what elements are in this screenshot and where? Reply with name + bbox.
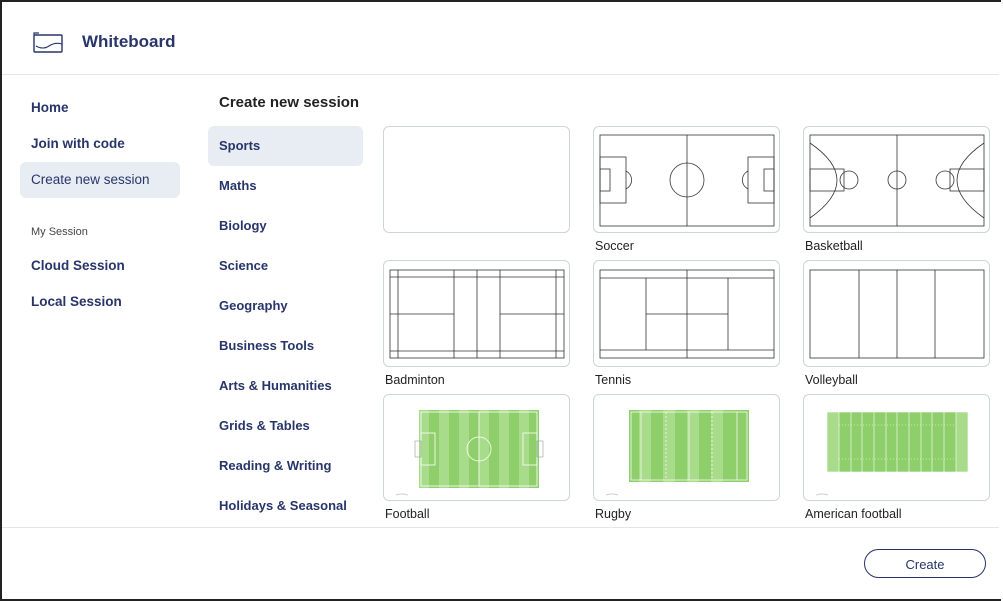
category-holidays-seasonal[interactable]: Holidays & Seasonal bbox=[208, 486, 363, 526]
template-tennis[interactable]: Tennis bbox=[593, 260, 781, 387]
template-volleyball[interactable]: Volleyball bbox=[803, 260, 991, 387]
my-session-label: My Session bbox=[31, 226, 88, 238]
app-header: Whiteboard bbox=[2, 12, 999, 75]
nav-home[interactable]: Home bbox=[20, 90, 180, 126]
template-badminton[interactable]: Badminton bbox=[383, 260, 571, 387]
category-geography[interactable]: Geography bbox=[208, 286, 363, 326]
template-label: Football bbox=[385, 507, 430, 521]
template-label: American football bbox=[805, 507, 902, 521]
category-reading-writing[interactable]: Reading & Writing bbox=[208, 446, 363, 486]
category-grids-tables[interactable]: Grids & Tables bbox=[208, 406, 363, 446]
category-list: Sports Maths Biology Science Geography B… bbox=[208, 126, 363, 526]
badminton-court-thumbnail[interactable] bbox=[383, 260, 570, 367]
create-button[interactable]: Create bbox=[864, 549, 986, 578]
template-label: Badminton bbox=[385, 373, 445, 387]
american-football-field-thumbnail[interactable] bbox=[803, 394, 990, 501]
category-sports[interactable]: Sports bbox=[208, 126, 363, 166]
template-football[interactable]: Football bbox=[383, 394, 571, 521]
footer-divider bbox=[2, 527, 999, 528]
nav-join-with-code[interactable]: Join with code bbox=[20, 126, 180, 162]
app-title: Whiteboard bbox=[82, 32, 176, 51]
nav-create-new-session[interactable]: Create new session bbox=[20, 162, 180, 198]
nav-cloud-session[interactable]: Cloud Session bbox=[20, 248, 180, 284]
template-label: Tennis bbox=[595, 373, 632, 387]
tennis-court-thumbnail[interactable] bbox=[593, 260, 780, 367]
nav-local-session[interactable]: Local Session bbox=[20, 284, 180, 320]
template-basketball[interactable]: Basketball bbox=[803, 126, 991, 253]
template-soccer[interactable]: Soccer bbox=[593, 126, 781, 253]
section-title: Create new session bbox=[219, 94, 360, 111]
template-american-football[interactable]: American football bbox=[803, 394, 991, 521]
basketball-court-thumbnail[interactable] bbox=[803, 126, 990, 233]
whiteboard-icon bbox=[33, 32, 63, 53]
sidebar-nav: Home Join with code Create new session M… bbox=[20, 90, 180, 320]
category-science[interactable]: Science bbox=[208, 246, 363, 286]
template-label: Rugby bbox=[595, 507, 632, 521]
football-pitch-thumbnail[interactable] bbox=[383, 394, 570, 501]
volleyball-court-thumbnail[interactable] bbox=[803, 260, 990, 367]
category-maths[interactable]: Maths bbox=[208, 166, 363, 206]
template-blank[interactable] bbox=[383, 126, 571, 233]
category-biology[interactable]: Biology bbox=[208, 206, 363, 246]
template-label: Soccer bbox=[595, 239, 634, 253]
soccer-field-thumbnail[interactable] bbox=[593, 126, 780, 233]
rugby-pitch-thumbnail[interactable] bbox=[593, 394, 780, 501]
category-arts-humanities[interactable]: Arts & Humanities bbox=[208, 366, 363, 406]
template-rugby[interactable]: Rugby bbox=[593, 394, 781, 521]
category-business-tools[interactable]: Business Tools bbox=[208, 326, 363, 366]
template-label: Volleyball bbox=[805, 373, 858, 387]
template-blank-thumbnail[interactable] bbox=[383, 126, 570, 233]
template-label: Basketball bbox=[805, 239, 863, 253]
